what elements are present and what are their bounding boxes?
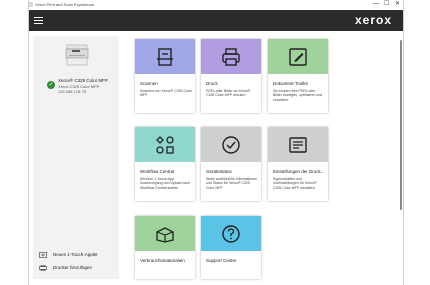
tile-workflow-central[interactable]: Workflow Central Mit einer 1-Touch-App S…	[135, 127, 195, 201]
tile-description: Eigenschaften und Voreinstellungen für X…	[273, 177, 317, 190]
device-name: Xerox® C325 Color MFP	[58, 78, 108, 83]
new-applet-label: Neues 1-Touch-Applet	[53, 252, 98, 258]
tile-title: Verbrauchsmaterialien	[140, 258, 185, 263]
app-icon	[28, 2, 33, 7]
check-circle-icon: ✓	[47, 81, 55, 89]
tile-print-band	[201, 39, 261, 74]
supplies-box-icon	[156, 227, 174, 243]
tile-supplies[interactable]: Verbrauchsmaterialien	[135, 216, 195, 279]
tile-title: Dokument-Toolkit	[273, 81, 308, 86]
tile-scan[interactable]: Scannen Scannen von Xerox® C325 Color MF…	[135, 39, 195, 113]
tile-description: Scannen von Xerox® C325 Color MFP	[140, 89, 192, 98]
check-circle-icon	[222, 136, 240, 154]
tile-device-status-band	[201, 127, 261, 162]
tile-title: Gerätestatus	[206, 169, 232, 174]
hamburger-icon[interactable]	[34, 17, 43, 24]
tile-description: Mit einer 1-Touch-App Scannvorgang und U…	[140, 177, 191, 190]
tile-description: Sie können Ihre PDFs oder Bilder anzeige…	[273, 89, 323, 102]
tile-title: Einstellungen der Druck...	[273, 169, 325, 174]
tile-workflow-central-band	[135, 127, 195, 162]
tile-printer-settings[interactable]: Einstellungen der Druck... Eigenschaften…	[268, 127, 328, 201]
tile-scan-band	[135, 39, 195, 74]
sidebar: ✓ Xerox® C325 Color MFP Xerox C325 Color…	[33, 36, 119, 279]
tile-supplies-band	[135, 216, 195, 251]
scrollbar-thumb[interactable]	[400, 40, 402, 210]
tile-title: Workflow Central	[140, 169, 175, 174]
scrollbar[interactable]	[400, 36, 403, 279]
add-printer-link[interactable]: Drucker hinzufügen	[39, 265, 92, 271]
device-ip: 192.168.178.75	[58, 89, 86, 94]
close-button[interactable]: ✕	[395, 1, 400, 8]
edit-document-icon	[289, 48, 307, 66]
tile-print[interactable]: Druck PDFs oder Bilder an Xerox® C325 Co…	[201, 39, 261, 113]
add-printer-label: Drucker hinzufügen	[53, 265, 93, 271]
tile-document-toolkit[interactable]: Dokument-Toolkit Sie können Ihre PDFs od…	[268, 39, 328, 113]
tile-description: Siehe ausführliche Informationen und Sta…	[206, 177, 258, 190]
workflow-icon	[156, 136, 174, 154]
tile-support-center[interactable]: Support Center	[201, 216, 261, 279]
header-bar: xerox	[28, 10, 404, 31]
tile-document-toolkit-band	[268, 39, 328, 74]
settings-list-icon	[289, 137, 307, 153]
help-icon	[222, 225, 240, 243]
tile-device-status[interactable]: Gerätestatus Siehe ausführliche Informat…	[201, 127, 261, 201]
tile-title: Scannen	[140, 81, 158, 86]
xerox-logo: xerox	[354, 13, 392, 27]
new-applet-link[interactable]: Neues 1-Touch-Applet	[39, 252, 98, 258]
window-titlebar: Xerox Print and Scan Experience — ☐ ✕	[0, 0, 430, 10]
tile-support-center-band	[201, 216, 261, 251]
tile-title: Druck	[206, 81, 218, 86]
tile-description: PDFs oder Bilder an Xerox® C325 Color MF…	[206, 89, 251, 98]
printer-image	[65, 44, 89, 66]
printer-icon	[222, 48, 240, 66]
tile-title: Support Center	[206, 258, 237, 263]
maximize-button[interactable]: ☐	[384, 1, 389, 8]
printer-add-icon	[39, 265, 47, 271]
applet-add-icon	[39, 252, 47, 258]
scanner-icon	[157, 48, 173, 66]
window-title: Xerox Print and Scan Experience	[35, 2, 94, 7]
minimize-button[interactable]: —	[373, 1, 379, 8]
tile-printer-settings-band	[268, 127, 328, 162]
